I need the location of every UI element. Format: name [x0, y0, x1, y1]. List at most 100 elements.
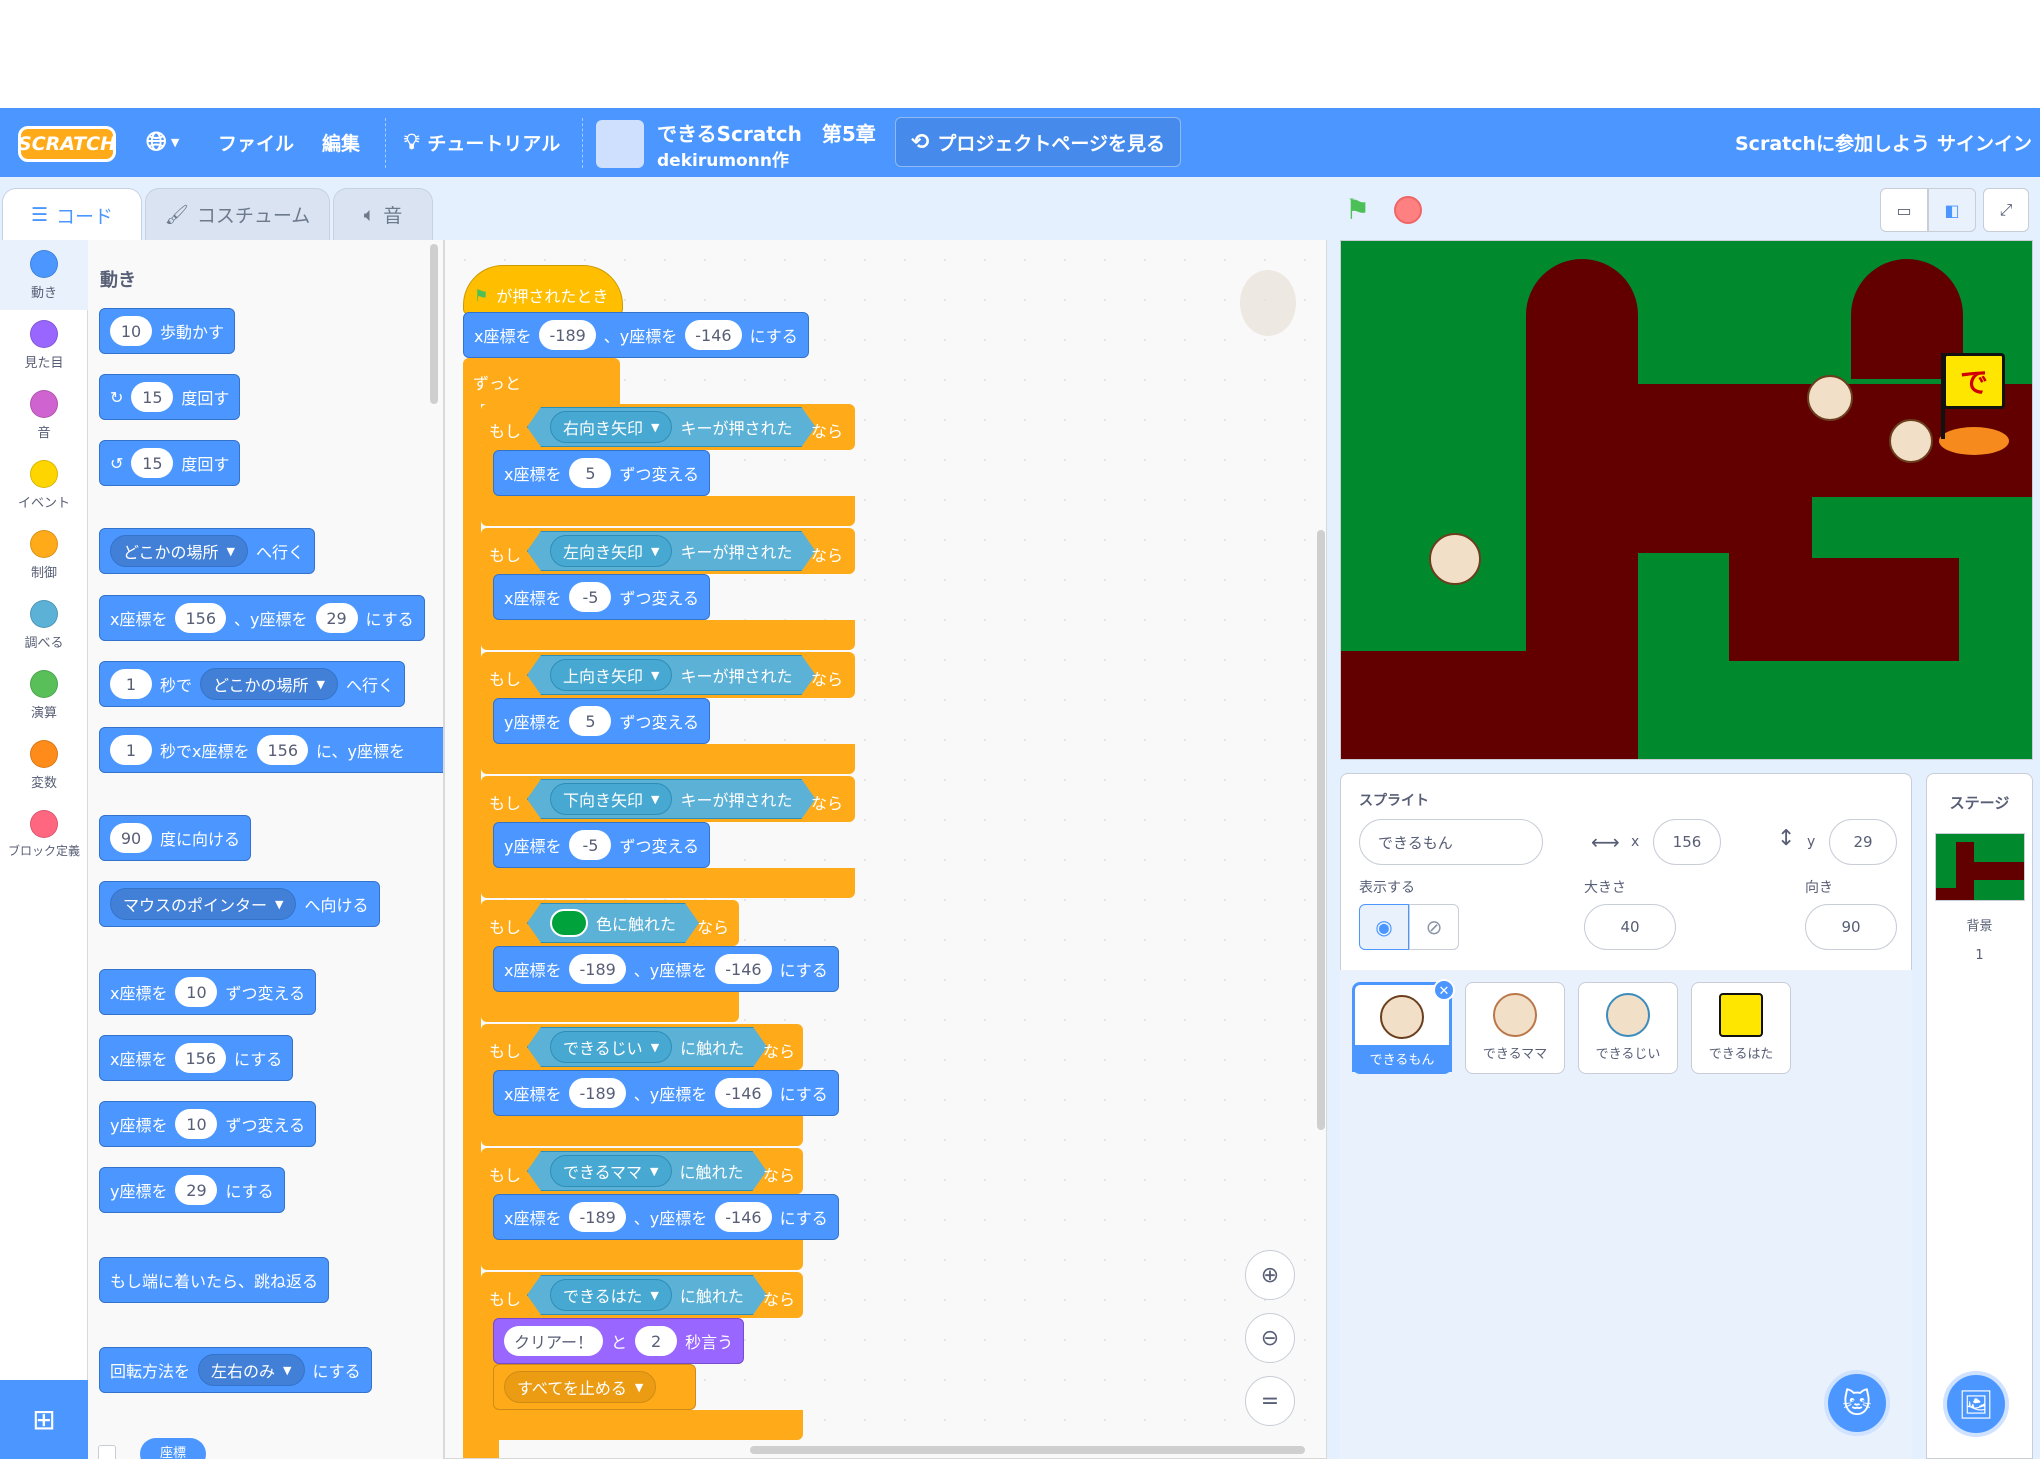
file-menu[interactable]: ファイル	[218, 108, 294, 177]
change-x-block[interactable]: x座標を 5 ずつ変える	[493, 450, 711, 496]
y-change-input[interactable]: 10	[175, 1109, 218, 1139]
sprite-name-input[interactable]: できるもん	[1359, 819, 1543, 865]
x-input[interactable]: -189	[569, 1202, 626, 1232]
color-swatch[interactable]	[550, 909, 588, 937]
goto-dropdown[interactable]: どこかの場所 ▼	[110, 535, 248, 567]
rotation-dropdown[interactable]: 左右のみ ▼	[198, 1354, 305, 1386]
stop-icon[interactable]	[1394, 196, 1422, 224]
goto-xy-block[interactable]: x座標を 156 、y座標を 29 にする	[99, 595, 425, 641]
touching-condition[interactable]: できるじい ▼ に触れた	[527, 1027, 767, 1067]
language-menu[interactable]: 🌐︎ ▼	[146, 108, 179, 177]
vertical-scrollbar[interactable]	[1317, 530, 1325, 1130]
y-input[interactable]: 29	[1829, 819, 1897, 865]
reporter-checkbox[interactable]	[98, 1445, 116, 1459]
y-input[interactable]: -146	[715, 954, 772, 984]
sprite-dekirumama[interactable]	[1889, 419, 1933, 463]
y-input[interactable]: 29	[315, 603, 358, 633]
sprite-tile-dekiruhata[interactable]: できるはた	[1691, 982, 1791, 1074]
x-input[interactable]: -189	[539, 320, 596, 350]
tab-costumes[interactable]: 🖌︎ コスチューム	[145, 188, 330, 241]
category-motion[interactable]: 動き	[0, 240, 88, 310]
direction-input[interactable]: 90	[110, 823, 152, 853]
category-sensing[interactable]: 調べる	[0, 590, 88, 660]
move-steps-block[interactable]: 10 歩動かす	[99, 308, 236, 354]
x-position-reporter[interactable]: 座標	[140, 1438, 206, 1459]
delete-sprite-icon[interactable]: ✕	[1433, 979, 1455, 1001]
project-title[interactable]: できるScratch 第5章	[657, 118, 876, 147]
change-y-block[interactable]: y座標を -5 ずつ変える	[493, 822, 711, 868]
touching-dropdown[interactable]: できるママ ▼	[550, 1155, 672, 1187]
size-input[interactable]: 40	[1584, 904, 1676, 950]
key-pressed-condition[interactable]: 下向き矢印 ▼ キーが押された	[527, 779, 816, 819]
add-extension-button[interactable]: ⊞	[0, 1380, 88, 1459]
set-y-block[interactable]: y座標を 29 にする	[99, 1167, 285, 1213]
category-looks[interactable]: 見た目	[0, 310, 88, 380]
change-y-block[interactable]: y座標を 10 ずつ変える	[99, 1101, 317, 1147]
sprite-tile-dekirumama[interactable]: できるママ	[1465, 982, 1565, 1074]
zoom-reset-button[interactable]: =	[1245, 1376, 1295, 1426]
glide-dropdown[interactable]: どこかの場所 ▼	[200, 668, 339, 700]
x-change-input[interactable]: 10	[175, 977, 218, 1007]
y-change-input[interactable]: 5	[569, 706, 612, 736]
goto-xy-block[interactable]: x座標を -189 、y座標を -146 にする	[493, 946, 839, 992]
towards-dropdown[interactable]: マウスのポインター ▼	[110, 888, 297, 920]
category-operators[interactable]: 演算	[0, 660, 88, 730]
rotation-style-block[interactable]: 回転方法を 左右のみ ▼ にする	[99, 1347, 372, 1393]
x-input[interactable]: -189	[569, 1078, 626, 1108]
scratch-logo[interactable]: SCRATCH	[18, 126, 116, 162]
glide-xy-block[interactable]: 1 秒でx座標を 156 に、y座標を	[99, 727, 443, 773]
small-stage-icon[interactable]: ▭	[1880, 188, 1928, 232]
y-input[interactable]: -146	[715, 1202, 772, 1232]
goto-block[interactable]: どこかの場所 ▼ へ行く	[99, 528, 316, 574]
seconds-input[interactable]: 1	[110, 735, 152, 765]
choose-sprite-button[interactable]: 🐱︎	[1824, 1370, 1890, 1436]
x-input[interactable]: 156	[1653, 819, 1721, 865]
seconds-input[interactable]: 1	[110, 669, 152, 699]
x-change-input[interactable]: 5	[569, 458, 612, 488]
tab-sounds[interactable]: 🔈︎ 音	[333, 188, 433, 241]
tab-code[interactable]: ☰ コード	[2, 188, 142, 241]
x-input[interactable]: 156	[175, 1043, 227, 1073]
turn-right-block[interactable]: ↻ 15 度回す	[99, 374, 241, 420]
set-x-block[interactable]: x座標を 156 にする	[99, 1035, 294, 1081]
degrees-input[interactable]: 15	[131, 382, 174, 412]
x-input[interactable]: -189	[569, 954, 626, 984]
seconds-input[interactable]: 2	[635, 1326, 678, 1356]
key-dropdown[interactable]: 左向き矢印 ▼	[550, 535, 672, 567]
category-variables[interactable]: 変数	[0, 730, 88, 800]
point-towards-block[interactable]: マウスのポインター ▼ へ向ける	[99, 881, 380, 927]
x-change-input[interactable]: -5	[569, 582, 612, 612]
change-x-block[interactable]: x座標を 10 ずつ変える	[99, 969, 317, 1015]
show-sprite-button[interactable]: ◉	[1359, 904, 1409, 950]
join-scratch-link[interactable]: Scratchに参加しよう	[1735, 108, 1930, 177]
category-events[interactable]: イベント	[0, 450, 88, 520]
x-input[interactable]: 156	[175, 603, 227, 633]
horizontal-scrollbar[interactable]	[750, 1446, 1305, 1454]
see-project-page-button[interactable]: ⟲ プロジェクトページを見る	[895, 117, 1181, 167]
steps-input[interactable]: 10	[110, 316, 152, 346]
stage-canvas[interactable]: で	[1340, 240, 2033, 760]
touching-condition[interactable]: できるママ ▼ に触れた	[527, 1151, 767, 1191]
fullscreen-icon[interactable]: ⤢	[1983, 188, 2029, 232]
sprite-dekirujii[interactable]	[1807, 375, 1853, 421]
edit-menu[interactable]: 編集	[322, 108, 360, 177]
touching-dropdown[interactable]: できるはた ▼	[550, 1279, 672, 1311]
category-sound[interactable]: 音	[0, 380, 88, 450]
sprite-tile-dekirujii[interactable]: できるじい	[1578, 982, 1678, 1074]
palette-scrollbar[interactable]	[430, 244, 438, 404]
stop-all-block[interactable]: すべてを止める ▼	[493, 1364, 696, 1410]
key-dropdown[interactable]: 上向き矢印 ▼	[550, 659, 672, 691]
turn-left-block[interactable]: ↺ 15 度回す	[99, 440, 241, 486]
goto-xy-block[interactable]: x座標を -189 、y座標を -146 にする	[463, 312, 809, 358]
stage-selector[interactable]: ステージ 背景 1 🖼︎	[1926, 773, 2033, 1459]
touching-dropdown[interactable]: できるじい ▼	[550, 1031, 672, 1063]
y-change-input[interactable]: -5	[569, 830, 612, 860]
bounce-block[interactable]: もし端に着いたら、跳ね返る	[99, 1257, 330, 1303]
hide-sprite-button[interactable]: ⊘	[1409, 904, 1459, 950]
message-input[interactable]: クリアー！	[504, 1326, 604, 1356]
key-dropdown[interactable]: 下向き矢印 ▼	[550, 783, 672, 815]
green-flag-icon[interactable]: ⚑	[1345, 193, 1370, 226]
key-pressed-condition[interactable]: 上向き矢印 ▼ キーが押された	[527, 655, 816, 695]
sign-in-link[interactable]: サインイン	[1937, 108, 2032, 177]
touching-condition[interactable]: できるはた ▼ に触れた	[527, 1275, 767, 1315]
